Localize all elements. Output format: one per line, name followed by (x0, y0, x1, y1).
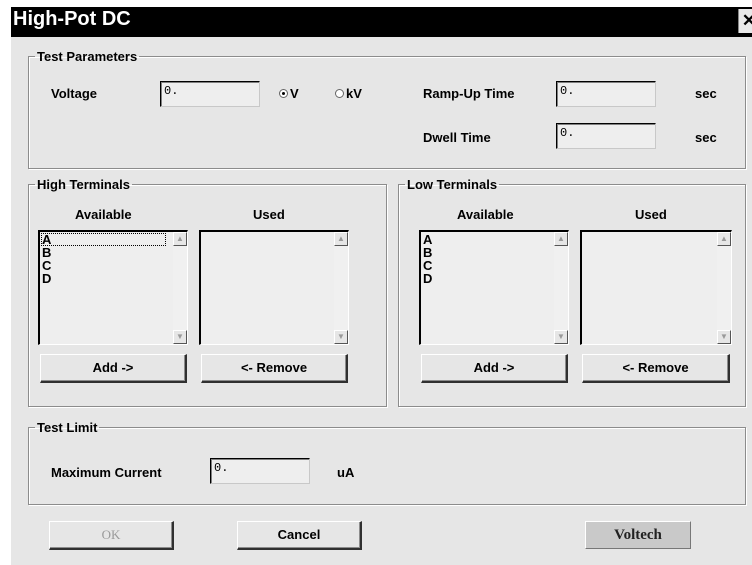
ok-button[interactable]: OK (49, 521, 174, 550)
dwell-time-input[interactable]: 0. (556, 123, 656, 149)
high-available-list[interactable]: ABCD ▲ ▼ (38, 230, 188, 345)
low-used-list[interactable]: ▲ ▼ (580, 230, 732, 345)
list-item[interactable]: B (41, 246, 166, 259)
voltech-logo: Voltech (585, 521, 691, 549)
test-parameters-legend: Test Parameters (37, 49, 138, 64)
ramp-up-time-input[interactable]: 0. (556, 81, 656, 107)
up-arrow-icon[interactable]: ▲ (334, 232, 348, 246)
radio-kv[interactable] (335, 89, 344, 98)
low-available-list[interactable]: ABCD ▲ ▼ (419, 230, 569, 345)
close-icon: ✕ (741, 11, 752, 30)
list-item[interactable]: A (41, 233, 166, 246)
up-arrow-icon[interactable]: ▲ (554, 232, 568, 246)
dwell-time-label: Dwell Time (423, 130, 491, 145)
up-arrow-icon[interactable]: ▲ (717, 232, 731, 246)
low-available-scrollbar[interactable]: ▲ ▼ (554, 232, 568, 344)
down-arrow-icon[interactable]: ▼ (334, 330, 348, 344)
list-item[interactable]: D (422, 272, 432, 285)
radio-kv-label[interactable]: kV (346, 86, 362, 101)
high-used-scrollbar[interactable]: ▲ ▼ (334, 232, 348, 344)
low-used-header: Used (635, 207, 667, 222)
maximum-current-label: Maximum Current (51, 465, 162, 480)
cancel-button[interactable]: Cancel (237, 521, 362, 550)
title-bar: High-Pot DC ✕ (11, 7, 752, 37)
voltage-input[interactable]: 0. (160, 81, 260, 107)
down-arrow-icon[interactable]: ▼ (173, 330, 187, 344)
ramp-up-time-label: Ramp-Up Time (423, 86, 515, 101)
up-arrow-icon[interactable]: ▲ (173, 232, 187, 246)
window-title: High-Pot DC (13, 8, 131, 30)
low-terminals-legend: Low Terminals (407, 177, 498, 192)
ramp-up-unit: sec (695, 86, 717, 101)
maximum-current-unit: uA (337, 465, 355, 480)
close-button[interactable]: ✕ (738, 9, 752, 33)
maximum-current-input[interactable]: 0. (210, 458, 310, 484)
down-arrow-icon[interactable]: ▼ (554, 330, 568, 344)
test-limit-group: Test Limit (28, 420, 746, 505)
test-limit-legend: Test Limit (37, 420, 98, 435)
voltage-label: Voltage (51, 86, 97, 101)
high-terminals-legend: High Terminals (37, 177, 130, 192)
test-parameters-group: Test Parameters (28, 49, 746, 169)
low-add-button[interactable]: Add -> (421, 354, 568, 383)
high-add-button[interactable]: Add -> (40, 354, 187, 383)
list-item[interactable]: C (41, 259, 166, 272)
radio-v-label[interactable]: V (290, 86, 299, 101)
high-used-header: Used (253, 207, 285, 222)
dialog-body: Test Parameters Voltage 0. V kV Ramp-Up … (11, 37, 752, 565)
radio-v[interactable] (279, 89, 288, 98)
low-remove-button[interactable]: <- Remove (582, 354, 730, 383)
high-available-header: Available (75, 207, 132, 222)
low-used-scrollbar[interactable]: ▲ ▼ (717, 232, 731, 344)
high-remove-button[interactable]: <- Remove (201, 354, 348, 383)
high-used-list[interactable]: ▲ ▼ (199, 230, 349, 345)
down-arrow-icon[interactable]: ▼ (717, 330, 731, 344)
low-available-header: Available (457, 207, 514, 222)
dwell-time-unit: sec (695, 130, 717, 145)
high-available-scrollbar[interactable]: ▲ ▼ (173, 232, 187, 344)
list-item[interactable]: D (41, 272, 166, 285)
